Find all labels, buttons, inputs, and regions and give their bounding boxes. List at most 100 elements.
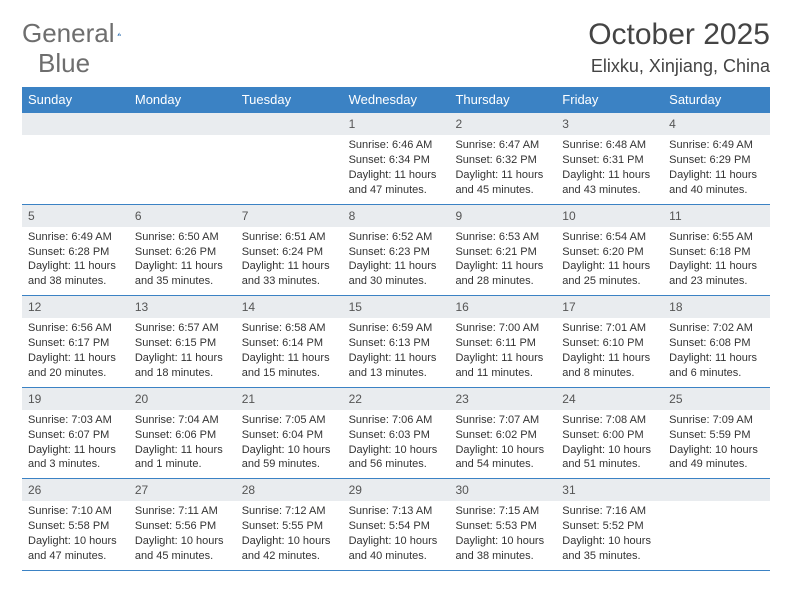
weekday-thu: Thursday [449, 87, 556, 112]
daylight-text: Daylight: 10 hours and 51 minutes. [562, 443, 657, 473]
weekday-sun: Sunday [22, 87, 129, 112]
day-cell: 7Sunrise: 6:51 AMSunset: 6:24 PMDaylight… [236, 205, 343, 296]
sunrise-text: Sunrise: 7:15 AM [455, 504, 550, 519]
day-number: 28 [236, 479, 343, 501]
sunrise-text: Sunrise: 6:49 AM [669, 138, 764, 153]
month-title: October 2025 [588, 18, 770, 52]
day-body: Sunrise: 7:11 AMSunset: 5:56 PMDaylight:… [129, 501, 236, 569]
day-number: 3 [556, 113, 663, 135]
daylight-text: Daylight: 11 hours and 1 minute. [135, 443, 230, 473]
sunset-text: Sunset: 6:15 PM [135, 336, 230, 351]
day-body: Sunrise: 7:06 AMSunset: 6:03 PMDaylight:… [343, 410, 450, 478]
day-body: Sunrise: 6:54 AMSunset: 6:20 PMDaylight:… [556, 227, 663, 295]
daylight-text: Daylight: 11 hours and 28 minutes. [455, 259, 550, 289]
sunset-text: Sunset: 6:31 PM [562, 153, 657, 168]
sunset-text: Sunset: 6:26 PM [135, 245, 230, 260]
day-cell: 19Sunrise: 7:03 AMSunset: 6:07 PMDayligh… [22, 388, 129, 479]
sunrise-text: Sunrise: 7:11 AM [135, 504, 230, 519]
daylight-text: Daylight: 11 hours and 20 minutes. [28, 351, 123, 381]
day-cell: 21Sunrise: 7:05 AMSunset: 6:04 PMDayligh… [236, 388, 343, 479]
sunset-text: Sunset: 6:13 PM [349, 336, 444, 351]
day-number: 23 [449, 388, 556, 410]
day-number: 13 [129, 296, 236, 318]
day-cell: 30Sunrise: 7:15 AMSunset: 5:53 PMDayligh… [449, 479, 556, 570]
sunset-text: Sunset: 5:54 PM [349, 519, 444, 534]
daylight-text: Daylight: 11 hours and 6 minutes. [669, 351, 764, 381]
day-number: 31 [556, 479, 663, 501]
sunrise-text: Sunrise: 7:10 AM [28, 504, 123, 519]
daylight-text: Daylight: 10 hours and 42 minutes. [242, 534, 337, 564]
day-number: 27 [129, 479, 236, 501]
day-number: 8 [343, 205, 450, 227]
daylight-text: Daylight: 10 hours and 40 minutes. [349, 534, 444, 564]
day-cell: 5Sunrise: 6:49 AMSunset: 6:28 PMDaylight… [22, 205, 129, 296]
day-number: 25 [663, 388, 770, 410]
sunrise-text: Sunrise: 6:57 AM [135, 321, 230, 336]
sunrise-text: Sunrise: 7:00 AM [455, 321, 550, 336]
daylight-text: Daylight: 11 hours and 18 minutes. [135, 351, 230, 381]
sunrise-text: Sunrise: 6:50 AM [135, 230, 230, 245]
sunrise-text: Sunrise: 7:13 AM [349, 504, 444, 519]
sunrise-text: Sunrise: 7:12 AM [242, 504, 337, 519]
daylight-text: Daylight: 10 hours and 47 minutes. [28, 534, 123, 564]
title-block: October 2025 Elixku, Xinjiang, China [588, 18, 770, 77]
day-cell: 27Sunrise: 7:11 AMSunset: 5:56 PMDayligh… [129, 479, 236, 570]
sunset-text: Sunset: 6:00 PM [562, 428, 657, 443]
day-cell: 22Sunrise: 7:06 AMSunset: 6:03 PMDayligh… [343, 388, 450, 479]
day-cell [236, 113, 343, 204]
week-row: 12Sunrise: 6:56 AMSunset: 6:17 PMDayligh… [22, 295, 770, 387]
day-body: Sunrise: 6:55 AMSunset: 6:18 PMDaylight:… [663, 227, 770, 295]
day-cell: 2Sunrise: 6:47 AMSunset: 6:32 PMDaylight… [449, 113, 556, 204]
sunset-text: Sunset: 6:03 PM [349, 428, 444, 443]
daylight-text: Daylight: 11 hours and 45 minutes. [455, 168, 550, 198]
sunset-text: Sunset: 6:08 PM [669, 336, 764, 351]
sunrise-text: Sunrise: 7:06 AM [349, 413, 444, 428]
day-body: Sunrise: 6:59 AMSunset: 6:13 PMDaylight:… [343, 318, 450, 386]
weekday-wed: Wednesday [343, 87, 450, 112]
sunset-text: Sunset: 5:55 PM [242, 519, 337, 534]
sunset-text: Sunset: 6:32 PM [455, 153, 550, 168]
sunset-text: Sunset: 6:04 PM [242, 428, 337, 443]
day-body: Sunrise: 7:13 AMSunset: 5:54 PMDaylight:… [343, 501, 450, 569]
daylight-text: Daylight: 11 hours and 35 minutes. [135, 259, 230, 289]
week-row: 1Sunrise: 6:46 AMSunset: 6:34 PMDaylight… [22, 112, 770, 204]
daylight-text: Daylight: 11 hours and 3 minutes. [28, 443, 123, 473]
week-row: 19Sunrise: 7:03 AMSunset: 6:07 PMDayligh… [22, 387, 770, 479]
calendar: Sunday Monday Tuesday Wednesday Thursday… [22, 87, 770, 571]
day-body [129, 135, 236, 144]
daylight-text: Daylight: 10 hours and 59 minutes. [242, 443, 337, 473]
day-cell: 25Sunrise: 7:09 AMSunset: 5:59 PMDayligh… [663, 388, 770, 479]
day-body: Sunrise: 6:53 AMSunset: 6:21 PMDaylight:… [449, 227, 556, 295]
sunset-text: Sunset: 6:34 PM [349, 153, 444, 168]
day-number: 22 [343, 388, 450, 410]
day-number: 29 [343, 479, 450, 501]
day-body: Sunrise: 6:49 AMSunset: 6:28 PMDaylight:… [22, 227, 129, 295]
day-body: Sunrise: 7:02 AMSunset: 6:08 PMDaylight:… [663, 318, 770, 386]
day-cell: 1Sunrise: 6:46 AMSunset: 6:34 PMDaylight… [343, 113, 450, 204]
sunrise-text: Sunrise: 6:52 AM [349, 230, 444, 245]
day-cell: 20Sunrise: 7:04 AMSunset: 6:06 PMDayligh… [129, 388, 236, 479]
sunset-text: Sunset: 5:56 PM [135, 519, 230, 534]
daylight-text: Daylight: 10 hours and 35 minutes. [562, 534, 657, 564]
day-cell: 29Sunrise: 7:13 AMSunset: 5:54 PMDayligh… [343, 479, 450, 570]
day-number: 10 [556, 205, 663, 227]
daylight-text: Daylight: 11 hours and 25 minutes. [562, 259, 657, 289]
day-cell [663, 479, 770, 570]
week-row: 26Sunrise: 7:10 AMSunset: 5:58 PMDayligh… [22, 478, 770, 571]
day-cell: 6Sunrise: 6:50 AMSunset: 6:26 PMDaylight… [129, 205, 236, 296]
day-cell: 28Sunrise: 7:12 AMSunset: 5:55 PMDayligh… [236, 479, 343, 570]
logo-text-blue: Blue [38, 48, 90, 79]
day-number: 21 [236, 388, 343, 410]
day-body: Sunrise: 6:49 AMSunset: 6:29 PMDaylight:… [663, 135, 770, 203]
daylight-text: Daylight: 11 hours and 47 minutes. [349, 168, 444, 198]
day-body: Sunrise: 6:57 AMSunset: 6:15 PMDaylight:… [129, 318, 236, 386]
day-cell: 26Sunrise: 7:10 AMSunset: 5:58 PMDayligh… [22, 479, 129, 570]
day-cell [22, 113, 129, 204]
day-number: 2 [449, 113, 556, 135]
day-number [663, 479, 770, 501]
logo-text-general: General [22, 18, 115, 49]
daylight-text: Daylight: 10 hours and 54 minutes. [455, 443, 550, 473]
weekday-fri: Friday [556, 87, 663, 112]
location: Elixku, Xinjiang, China [588, 56, 770, 77]
day-body: Sunrise: 7:12 AMSunset: 5:55 PMDaylight:… [236, 501, 343, 569]
